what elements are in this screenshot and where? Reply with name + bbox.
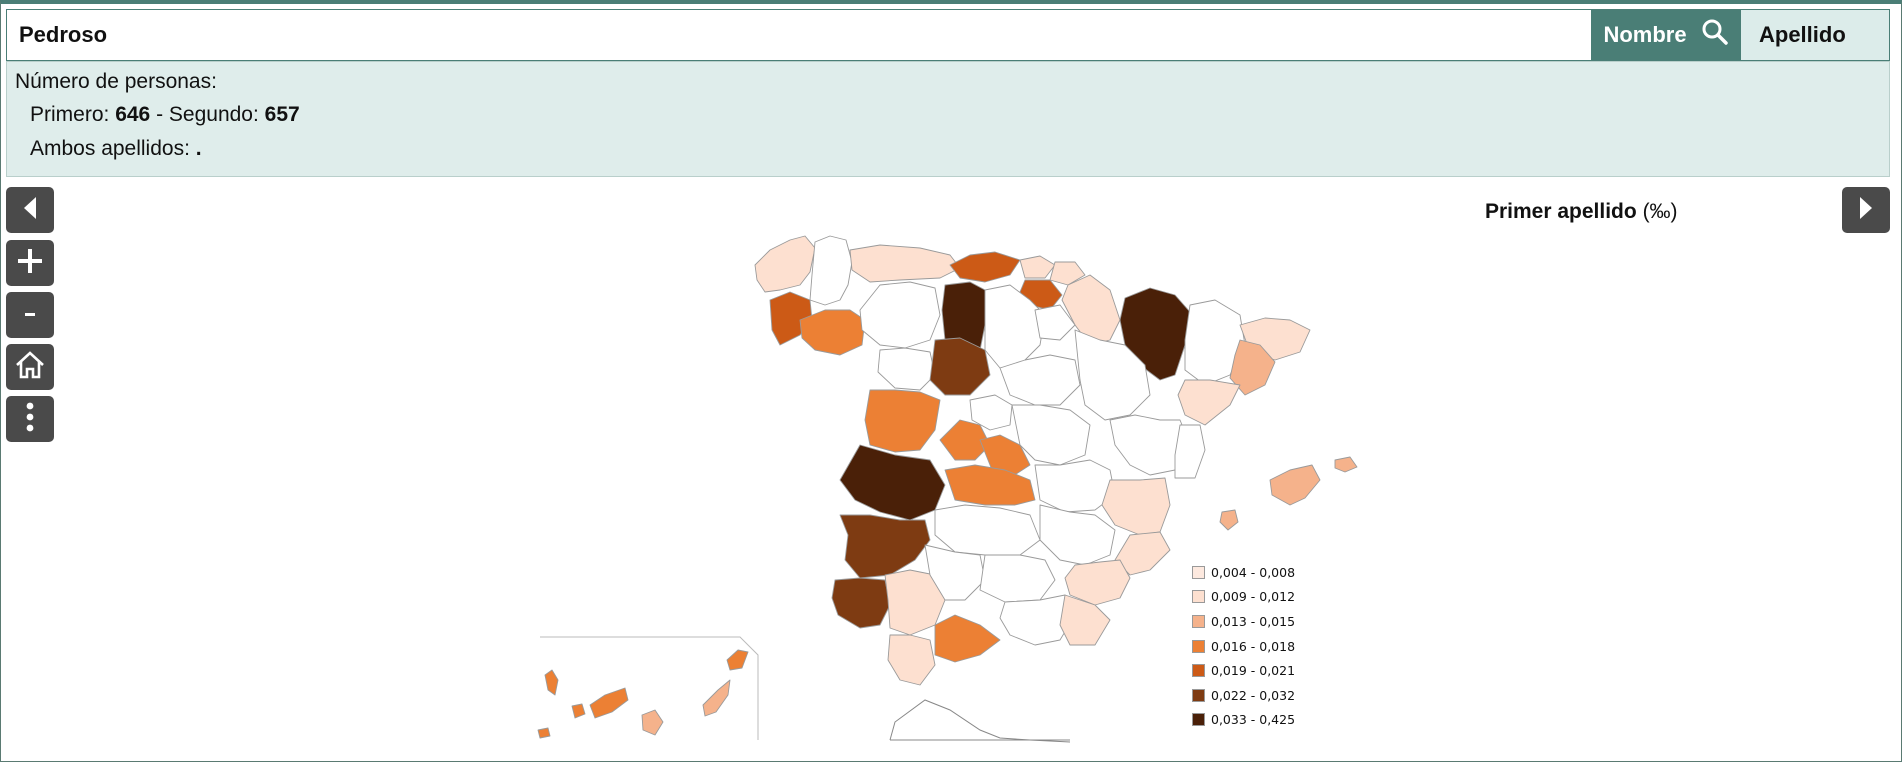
region-asturias[interactable] — [849, 244, 961, 283]
legend-item: 0,016 - 0,018 — [1192, 634, 1295, 659]
region-mallorca[interactable] — [1269, 464, 1321, 506]
legend-label: 0,009 - 0,012 — [1211, 589, 1296, 605]
region-caceres[interactable] — [839, 444, 946, 521]
region-zamora[interactable] — [877, 347, 936, 391]
legend-item: 0,004 - 0,008 — [1192, 560, 1295, 585]
region-jaen[interactable] — [979, 554, 1056, 603]
legend-label: 0,033 - 0,425 — [1211, 712, 1296, 728]
legend-item: 0,022 - 0,032 — [1192, 683, 1295, 708]
region-ibiza[interactable] — [1219, 509, 1239, 531]
legend-label: 0,004 - 0,008 — [1211, 564, 1296, 580]
region-valencia[interactable] — [1101, 477, 1171, 536]
region-castellon[interactable] — [1174, 424, 1206, 479]
region-ciudad-real[interactable] — [934, 504, 1041, 556]
region-la-gomera[interactable] — [571, 703, 586, 719]
region-lanzarote[interactable] — [726, 649, 749, 671]
legend-item: 0,013 - 0,015 — [1192, 609, 1295, 634]
legend-swatch — [1192, 639, 1205, 653]
region-menorca[interactable] — [1334, 456, 1358, 473]
region-huelva[interactable] — [831, 577, 891, 629]
legend-swatch — [1192, 664, 1205, 678]
region-fuerteventura[interactable] — [702, 679, 731, 717]
region-malaga[interactable] — [934, 614, 1001, 663]
legend-item: 0,009 - 0,012 — [1192, 585, 1295, 610]
region-badajoz[interactable] — [839, 514, 931, 579]
region-leon[interactable] — [859, 281, 941, 349]
legend-label: 0,019 - 0,021 — [1211, 663, 1296, 679]
region-lugo[interactable] — [809, 235, 853, 306]
legend-swatch — [1192, 713, 1205, 727]
region-el-hierro[interactable] — [537, 727, 551, 739]
region-albacete[interactable] — [1039, 504, 1116, 566]
region-vizcaya[interactable] — [1019, 255, 1056, 279]
region-gran-canaria[interactable] — [641, 709, 664, 736]
spain-map — [537, 235, 1358, 743]
region-navarra[interactable] — [1061, 274, 1121, 346]
legend-label: 0,013 - 0,015 — [1211, 613, 1296, 629]
africa-coast — [889, 699, 1071, 743]
region-cadiz[interactable] — [887, 634, 936, 686]
legend-item: 0,033 - 0,425 — [1192, 708, 1295, 733]
region-salamanca[interactable] — [864, 389, 941, 453]
region-tarragona[interactable] — [1177, 379, 1241, 426]
legend-label: 0,016 - 0,018 — [1211, 638, 1296, 654]
region-cantabria[interactable] — [949, 251, 1021, 283]
region-a-coruna[interactable] — [754, 235, 816, 293]
region-la-palma[interactable] — [544, 669, 559, 696]
legend-swatch — [1192, 590, 1205, 604]
legend-swatch — [1192, 688, 1205, 702]
region-ourense[interactable] — [799, 309, 866, 356]
region-tenerife[interactable] — [589, 687, 629, 719]
legend-swatch — [1192, 614, 1205, 628]
legend-swatch — [1192, 565, 1205, 579]
map-legend: 0,004 - 0,008 0,009 - 0,012 0,013 - 0,015 0… — [1192, 560, 1295, 732]
legend-item: 0,019 - 0,021 — [1192, 658, 1295, 683]
legend-label: 0,022 - 0,032 — [1211, 687, 1296, 703]
